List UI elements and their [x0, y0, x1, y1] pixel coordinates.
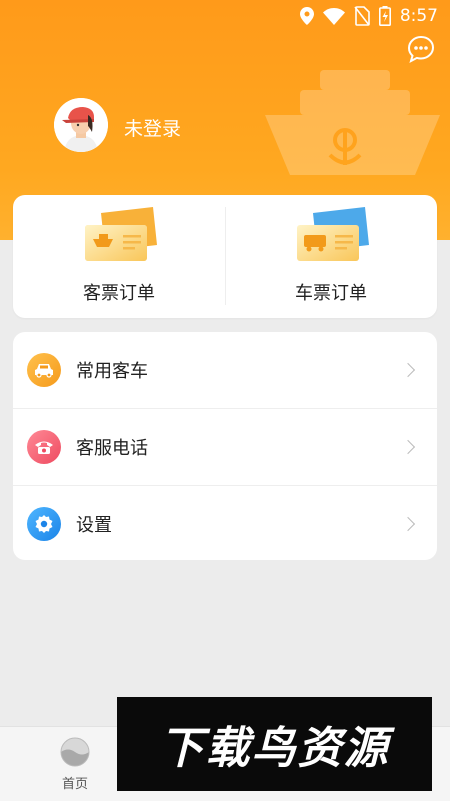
phone-icon — [27, 430, 61, 464]
chat-bubble-icon[interactable] — [407, 35, 435, 63]
menu-item-frequent-coach[interactable]: 常用客车 — [13, 332, 437, 409]
user-avatar-icon — [54, 98, 108, 152]
menu-card: 常用客车 客服电话 设置 — [13, 332, 437, 560]
avatar[interactable] — [54, 98, 108, 152]
ticket-orders-card: 客票订单 车票订单 — [13, 195, 437, 318]
clock: 8:57 — [399, 6, 438, 26]
login-status-text[interactable]: 未登录 — [124, 114, 181, 141]
bus-ticket-icon — [297, 207, 369, 261]
chevron-right-icon — [400, 362, 416, 378]
no-sim-icon — [354, 6, 370, 26]
menu-item-settings[interactable]: 设置 — [13, 486, 437, 560]
ship-ticket-order-label: 客票订单 — [83, 283, 155, 304]
bus-ticket-order-label: 车票订单 — [295, 283, 367, 304]
watermark-text: 下载鸟资源 — [159, 723, 390, 774]
tab-home[interactable]: 首页 — [45, 737, 105, 797]
menu-item-customer-service[interactable]: 客服电话 — [13, 409, 437, 486]
gear-icon — [27, 507, 61, 541]
battery-charging-icon — [378, 6, 391, 26]
ship-ticket-order-button[interactable]: 客票订单 — [13, 195, 225, 318]
bus-ticket-order-button[interactable]: 车票订单 — [225, 195, 437, 318]
chevron-right-icon — [400, 516, 416, 532]
car-icon — [27, 353, 61, 387]
watermark-banner: 下载鸟资源 — [117, 697, 432, 791]
location-icon — [299, 7, 314, 25]
wifi-icon — [322, 8, 345, 25]
menu-item-label: 客服电话 — [76, 438, 148, 459]
status-bar: 8:57 — [0, 0, 450, 32]
tab-home-label: 首页 — [61, 777, 88, 792]
chevron-right-icon — [400, 439, 416, 455]
home-tab-icon — [60, 737, 90, 767]
ship-ticket-icon — [85, 207, 157, 261]
menu-item-label: 设置 — [76, 515, 112, 536]
ship-watermark-icon — [265, 70, 440, 175]
menu-item-label: 常用客车 — [76, 361, 148, 382]
ticket-divider — [225, 207, 226, 305]
